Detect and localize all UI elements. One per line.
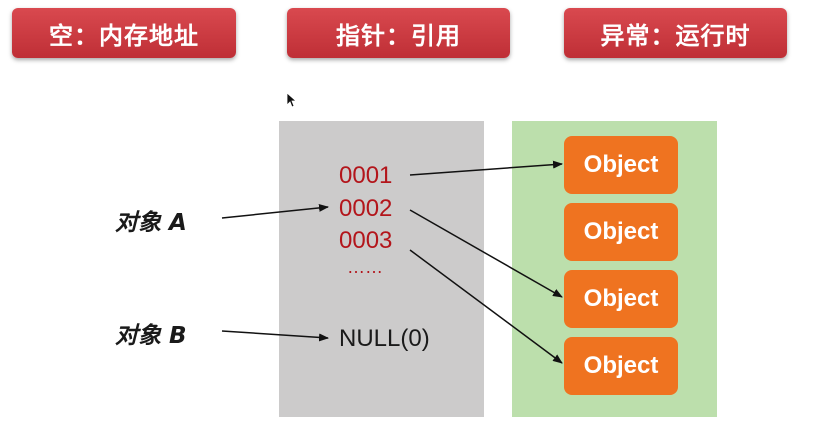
reference-arrows — [221, 160, 563, 364]
arrow-object-b-to-null — [221, 330, 329, 342]
arrow-object-a-to-0002 — [221, 203, 329, 219]
arrow-0003-to-object-4 — [409, 249, 563, 364]
arrow-0001-to-object-1 — [409, 160, 563, 176]
arrow-0002-to-object-3 — [409, 209, 563, 298]
